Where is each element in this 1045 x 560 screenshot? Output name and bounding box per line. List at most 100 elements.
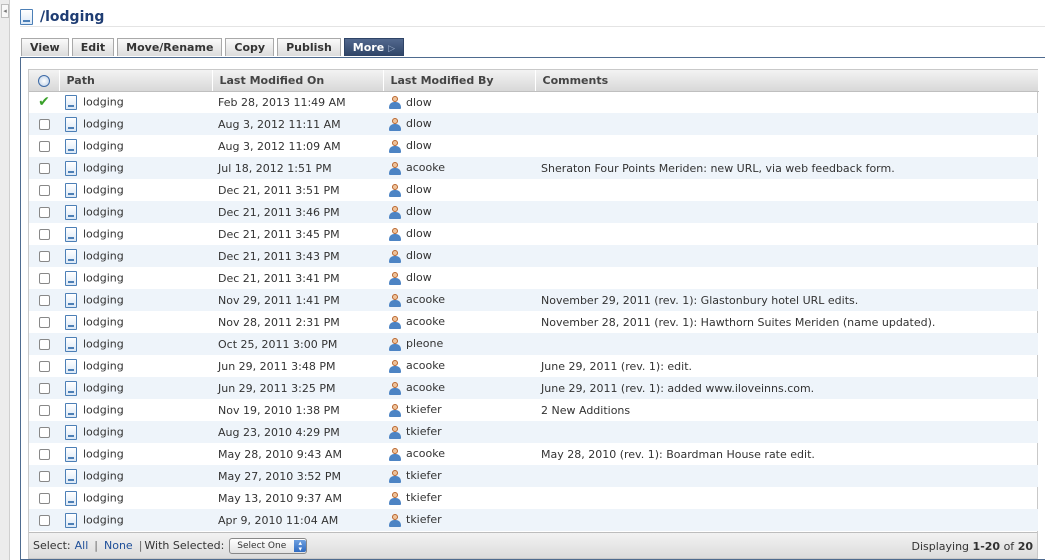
row-checkbox[interactable]	[38, 515, 50, 526]
path-link[interactable]: lodging	[83, 271, 124, 284]
table-row[interactable]: lodging Nov 28, 2011 2:31 PM acooke Novembe…	[29, 311, 1038, 333]
path-link[interactable]: lodging	[83, 161, 124, 174]
table-row[interactable]: lodging Dec 21, 2011 3:51 PM dlow	[29, 179, 1038, 201]
path-cell[interactable]: lodging	[59, 223, 212, 245]
path-link[interactable]: lodging	[83, 381, 124, 394]
path-link[interactable]: lodging	[83, 227, 124, 240]
path-link[interactable]: lodging	[83, 205, 124, 218]
tab-copy[interactable]: Copy	[225, 38, 275, 56]
row-select-cell[interactable]	[29, 487, 59, 509]
checkmark-icon[interactable]: ✔	[38, 94, 50, 110]
with-selected-dropdown[interactable]: Select One ▴ ▾	[229, 537, 308, 554]
row-select-cell[interactable]	[29, 223, 59, 245]
tab-more[interactable]: More ▷	[343, 38, 405, 56]
table-row[interactable]: lodging Nov 29, 2011 1:41 PM acooke Novembe…	[29, 289, 1038, 311]
path-cell[interactable]: lodging	[59, 311, 212, 333]
row-select-cell[interactable]	[29, 509, 59, 531]
tab-edit[interactable]: Edit	[71, 38, 115, 56]
row-select-cell[interactable]	[29, 113, 59, 135]
table-row[interactable]: lodging Aug 23, 2010 4:29 PM tkiefer	[29, 421, 1038, 443]
select-all-checkbox[interactable]	[37, 74, 50, 87]
path-cell[interactable]: lodging	[59, 289, 212, 311]
path-link[interactable]: lodging	[83, 315, 124, 328]
path-cell[interactable]: lodging	[59, 333, 212, 355]
path-link[interactable]: lodging	[83, 95, 124, 108]
path-link[interactable]: lodging	[83, 403, 124, 416]
row-select-cell[interactable]	[29, 333, 59, 355]
table-row[interactable]: lodging Dec 21, 2011 3:46 PM dlow	[29, 201, 1038, 223]
path-link[interactable]: lodging	[83, 425, 124, 438]
column-header-last-modified-by[interactable]: Last Modified By	[383, 70, 536, 92]
table-row[interactable]: ✔ lodging Feb 28, 2013 11:49 AM dlow	[29, 91, 1038, 113]
row-select-cell[interactable]	[29, 157, 59, 179]
row-select-cell[interactable]	[29, 311, 59, 333]
row-select-cell[interactable]	[29, 135, 59, 157]
row-select-cell[interactable]	[29, 377, 59, 399]
row-checkbox[interactable]	[38, 383, 50, 394]
row-checkbox[interactable]	[38, 339, 50, 350]
row-select-cell[interactable]	[29, 289, 59, 311]
row-select-cell[interactable]	[29, 267, 59, 289]
row-select-cell[interactable]: ✔	[29, 91, 59, 113]
row-checkbox[interactable]	[38, 295, 50, 306]
table-row[interactable]: lodging May 13, 2010 9:37 AM tkiefer	[29, 487, 1038, 509]
table-row[interactable]: lodging Dec 21, 2011 3:45 PM dlow	[29, 223, 1038, 245]
path-cell[interactable]: lodging	[59, 157, 212, 179]
select-none-link[interactable]: None	[104, 539, 133, 552]
path-cell[interactable]: lodging	[59, 179, 212, 201]
path-link[interactable]: lodging	[83, 337, 124, 350]
column-header-comments[interactable]: Comments	[535, 70, 1039, 92]
row-select-cell[interactable]	[29, 201, 59, 223]
path-cell[interactable]: lodging	[59, 245, 212, 267]
row-select-cell[interactable]	[29, 355, 59, 377]
row-checkbox[interactable]	[38, 207, 50, 218]
row-checkbox[interactable]	[38, 251, 50, 262]
path-cell[interactable]: lodging	[59, 113, 212, 135]
row-checkbox[interactable]	[38, 317, 50, 328]
table-row[interactable]: lodging Jun 29, 2011 3:48 PM acooke June 29…	[29, 355, 1038, 377]
path-cell[interactable]: lodging	[59, 377, 212, 399]
row-checkbox[interactable]	[38, 493, 50, 504]
table-row[interactable]: lodging Dec 21, 2011 3:41 PM dlow	[29, 267, 1038, 289]
row-select-cell[interactable]	[29, 465, 59, 487]
path-cell[interactable]: lodging	[59, 443, 212, 465]
path-link[interactable]: lodging	[83, 117, 124, 130]
path-link[interactable]: lodging	[83, 183, 124, 196]
row-checkbox[interactable]	[38, 427, 50, 438]
row-select-cell[interactable]	[29, 179, 59, 201]
path-link[interactable]: lodging	[83, 249, 124, 262]
row-checkbox[interactable]	[38, 163, 50, 174]
path-cell[interactable]: lodging	[59, 421, 212, 443]
row-checkbox[interactable]	[38, 229, 50, 240]
row-checkbox[interactable]	[38, 141, 50, 152]
row-checkbox[interactable]	[38, 119, 50, 130]
tab-view[interactable]: View	[21, 38, 69, 56]
path-link[interactable]: lodging	[83, 491, 124, 504]
tab-publish[interactable]: Publish	[277, 38, 341, 56]
left-collapse-bar[interactable]: ◂	[0, 0, 10, 560]
chevron-left-icon[interactable]: ◂	[1, 4, 9, 18]
row-checkbox[interactable]	[38, 471, 50, 482]
row-checkbox[interactable]	[38, 185, 50, 196]
row-checkbox[interactable]	[38, 273, 50, 284]
table-row[interactable]: lodging Aug 3, 2012 11:09 AM dlow	[29, 135, 1038, 157]
path-cell[interactable]: lodging	[59, 487, 212, 509]
table-row[interactable]: lodging May 27, 2010 3:52 PM tkiefer	[29, 465, 1038, 487]
table-row[interactable]: lodging Oct 25, 2011 3:00 PM pleone	[29, 333, 1038, 355]
path-link[interactable]: lodging	[83, 139, 124, 152]
path-cell[interactable]: lodging	[59, 201, 212, 223]
path-link[interactable]: lodging	[83, 469, 124, 482]
row-checkbox[interactable]	[38, 361, 50, 372]
row-select-cell[interactable]	[29, 443, 59, 465]
path-link[interactable]: lodging	[83, 447, 124, 460]
path-cell[interactable]: lodging	[59, 91, 212, 113]
table-row[interactable]: lodging May 28, 2010 9:43 AM acooke May 28,…	[29, 443, 1038, 465]
table-row[interactable]: lodging Nov 19, 2010 1:38 PM tkiefer 2 New …	[29, 399, 1038, 421]
table-row[interactable]: lodging Apr 9, 2010 11:04 AM tkiefer	[29, 509, 1038, 531]
table-row[interactable]: lodging Jul 18, 2012 1:51 PM acooke Sherato…	[29, 157, 1038, 179]
path-cell[interactable]: lodging	[59, 267, 212, 289]
path-link[interactable]: lodging	[83, 513, 124, 526]
row-select-cell[interactable]	[29, 245, 59, 267]
path-link[interactable]: lodging	[83, 293, 124, 306]
path-cell[interactable]: lodging	[59, 465, 212, 487]
